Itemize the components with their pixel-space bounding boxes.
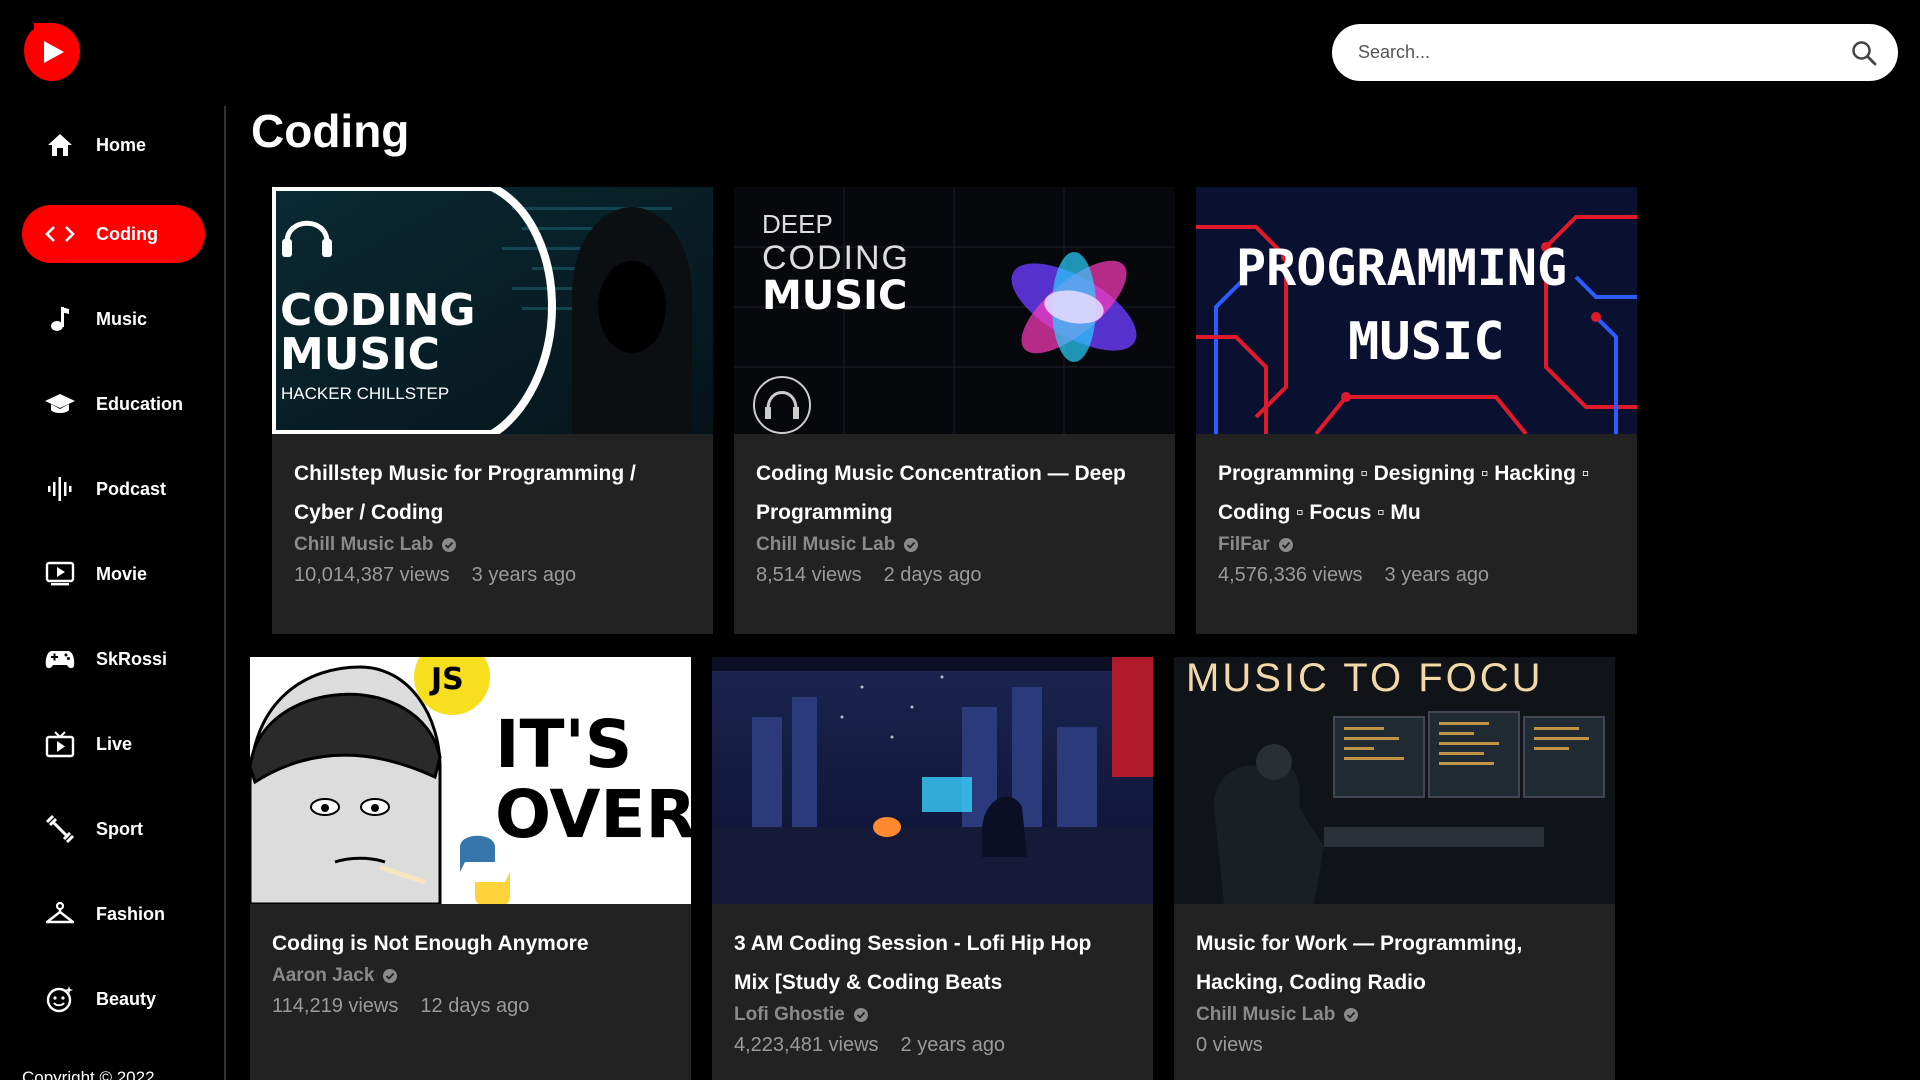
verified-icon xyxy=(904,538,919,552)
live-tv-icon xyxy=(44,728,76,760)
verified-icon xyxy=(1344,1008,1359,1022)
sidebar-item-movie[interactable]: Movie xyxy=(22,545,205,603)
sidebar-item-label: Coding xyxy=(96,223,158,244)
sidebar-item-live[interactable]: Live xyxy=(22,715,205,773)
sidebar-item-label: SkRossi xyxy=(96,648,168,669)
thumb-text-line2: OVER xyxy=(495,776,691,853)
video-card[interactable]: MUSIC TO FOCU Music for Work — Programmi… xyxy=(1174,657,1615,1080)
upload-age: 3 years ago xyxy=(1384,564,1490,586)
sidebar-item-label: Movie xyxy=(96,563,148,584)
sidebar-item-label: Education xyxy=(96,393,184,414)
video-title[interactable]: Chillstep Music for Programming / Cyber … xyxy=(294,454,691,532)
view-count: 4,223,481 views xyxy=(734,1034,879,1056)
gamepad-icon xyxy=(44,643,76,675)
view-count: 8,514 views xyxy=(756,564,862,586)
channel-name[interactable]: Lofi Ghostie xyxy=(734,1004,845,1026)
thumb-text-line1: PROGRAMMING xyxy=(1236,239,1567,297)
code-icon xyxy=(44,218,76,250)
verified-icon xyxy=(853,1008,868,1022)
sidebar-item-beauty[interactable]: Beauty xyxy=(22,970,205,1028)
hanger-icon xyxy=(44,898,76,930)
video-thumbnail[interactable]: DEEP CODING MUSIC xyxy=(734,187,1175,434)
video-title[interactable]: Programming ▫ Designing ▫ Hacking ▫ Codi… xyxy=(1218,454,1615,532)
sidebar-item-education[interactable]: Education xyxy=(22,375,205,433)
channel-name[interactable]: Chill Music Lab xyxy=(756,534,895,556)
search-input[interactable] xyxy=(1358,42,1850,63)
copyright-text: Copyright © 2022 xyxy=(22,1068,155,1080)
video-card[interactable]: JS IT'S OVER Coding is Not Enough Anymor… xyxy=(250,657,691,1080)
thumb-js-badge: JS xyxy=(429,662,464,697)
sidebar-item-music[interactable]: Music xyxy=(22,290,205,348)
upload-age: 12 days ago xyxy=(420,995,530,1017)
video-thumbnail[interactable]: JS IT'S OVER xyxy=(250,657,691,904)
channel-name[interactable]: Chill Music Lab xyxy=(1196,1004,1335,1026)
channel-name[interactable]: Chill Music Lab xyxy=(294,534,433,556)
video-card[interactable]: PROGRAMMING MUSIC Programming ▫ Designin… xyxy=(1196,187,1637,634)
sidebar-item-home[interactable]: Home xyxy=(22,116,205,174)
sidebar-item-skrossi[interactable]: SkRossi xyxy=(22,630,205,688)
video-card[interactable]: 3 AM Coding Session - Lofi Hip Hop Mix [… xyxy=(712,657,1153,1080)
sidebar-item-label: Sport xyxy=(96,818,143,839)
video-card[interactable]: DEEP CODING MUSIC Coding Music Concentra… xyxy=(734,187,1175,634)
sidebar-item-podcast[interactable]: Podcast xyxy=(22,460,205,518)
sidebar-item-sport[interactable]: Sport xyxy=(22,800,205,858)
thumb-text-line2: MUSIC xyxy=(1348,312,1505,372)
view-count: 0 views xyxy=(1196,1034,1263,1056)
movie-play-icon xyxy=(44,558,76,590)
video-title[interactable]: 3 AM Coding Session - Lofi Hip Hop Mix [… xyxy=(734,924,1131,1002)
sidebar-item-label: Live xyxy=(96,733,133,754)
view-count: 114,219 views xyxy=(272,995,399,1017)
sidebar-item-label: Podcast xyxy=(96,478,167,499)
verified-icon xyxy=(1278,538,1293,552)
video-thumbnail[interactable] xyxy=(712,657,1153,904)
upload-age: 2 years ago xyxy=(900,1034,1006,1056)
thumb-text-line3: MUSIC xyxy=(762,273,907,319)
channel-name[interactable]: Aaron Jack xyxy=(272,965,374,987)
thumb-text-line1: IT'S xyxy=(495,706,632,783)
video-thumbnail[interactable]: CODING MUSIC HACKER CHILLSTEP xyxy=(272,187,713,434)
video-title[interactable]: Music for Work — Programming, Hacking, C… xyxy=(1196,924,1593,1002)
thumb-text-line1: DEEP xyxy=(762,209,833,239)
app-logo[interactable] xyxy=(22,21,82,83)
search-bar xyxy=(1332,24,1898,81)
upload-age: 3 years ago xyxy=(471,564,577,586)
channel-name[interactable]: FilFar xyxy=(1218,534,1270,556)
fitness-icon xyxy=(44,813,76,845)
thumb-text-sub: HACKER CHILLSTEP xyxy=(281,384,449,403)
music-note-icon xyxy=(44,303,76,335)
sidebar-item-label: Music xyxy=(96,308,148,329)
podcast-waveform-icon xyxy=(44,473,76,505)
graduation-cap-icon xyxy=(44,388,76,420)
video-card[interactable]: CODING MUSIC HACKER CHILLSTEP Chillstep … xyxy=(272,187,713,634)
verified-icon xyxy=(383,969,398,983)
thumb-text-line1: MUSIC TO FOCU xyxy=(1186,657,1544,700)
view-count: 10,014,387 views xyxy=(294,564,450,586)
thumb-text-line2: MUSIC xyxy=(280,329,440,380)
video-title[interactable]: Coding Music Concentration — Deep Progra… xyxy=(756,454,1153,532)
search-icon[interactable] xyxy=(1850,39,1878,67)
video-thumbnail[interactable]: PROGRAMMING MUSIC xyxy=(1196,187,1637,434)
video-thumbnail[interactable]: MUSIC TO FOCU xyxy=(1174,657,1615,904)
sidebar-item-label: Home xyxy=(96,134,147,155)
sidebar-item-coding[interactable]: Coding xyxy=(22,205,205,263)
page-title: Coding xyxy=(251,105,410,157)
home-icon xyxy=(44,129,76,161)
sidebar-item-label: Beauty xyxy=(96,988,157,1009)
play-logo-icon xyxy=(24,23,80,81)
face-icon xyxy=(44,983,76,1015)
sidebar-item-label: Fashion xyxy=(96,903,166,924)
upload-age: 2 days ago xyxy=(883,564,982,586)
video-title[interactable]: Coding is Not Enough Anymore xyxy=(272,924,669,963)
sidebar: Home Coding Music Education Podcast Movi… xyxy=(0,106,226,1080)
thumb-text-line2: CODING xyxy=(762,239,910,277)
verified-icon xyxy=(442,538,457,552)
view-count: 4,576,336 views xyxy=(1218,564,1363,586)
sidebar-item-fashion[interactable]: Fashion xyxy=(22,885,205,943)
